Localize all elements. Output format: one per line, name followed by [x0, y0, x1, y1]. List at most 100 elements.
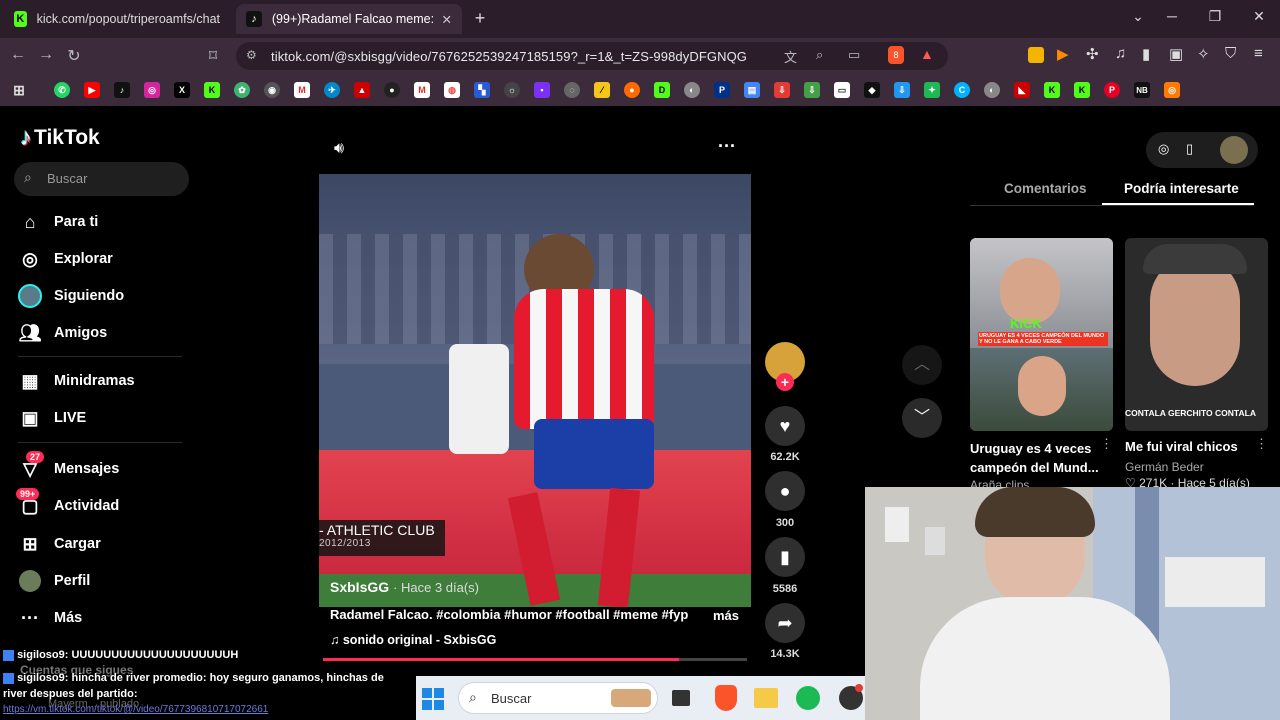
gmail-icon-2[interactable]: M [414, 82, 430, 98]
nav-actividad[interactable]: ▢ 99+ Actividad [16, 488, 119, 518]
bookmark-icon-8[interactable]: ◉ [264, 82, 280, 98]
brave-shield-icon[interactable]: 8 [888, 46, 904, 64]
nav-mas[interactable]: ··· Más [18, 606, 82, 630]
download-icon[interactable]: ⇩ [774, 82, 790, 98]
vpn-icon[interactable]: ⛉ [1225, 45, 1236, 62]
docs-icon[interactable]: ▤ [744, 82, 760, 98]
bookmark-icon-14[interactable]: ◍ [444, 82, 460, 98]
leo-ai-icon[interactable]: ✧ [1197, 45, 1210, 63]
maximize-icon[interactable]: ❐ [1203, 8, 1227, 25]
whatsapp-icon[interactable]: ✆ [54, 82, 70, 98]
paypal-icon[interactable]: P [714, 82, 730, 98]
pinterest-icon[interactable]: P [1104, 82, 1120, 98]
task-view-icon[interactable] [672, 690, 690, 706]
globe-icon[interactable]: ◐ [684, 82, 700, 98]
nav-para-ti[interactable]: ⌂ Para ti [18, 210, 99, 234]
recommended-video-card[interactable]: KICK URUGUAY ES 4 VECES CAMPEÓN DEL MUND… [970, 238, 1113, 431]
progress-bar[interactable] [323, 658, 747, 661]
sidebar-icon[interactable]: ▮ [1142, 45, 1150, 63]
tab-search-icon[interactable]: ⌄ [1126, 8, 1150, 25]
zoom-icon[interactable]: ⌕ [816, 47, 823, 63]
nav-minidramas[interactable]: ▦ Minidramas [18, 369, 134, 393]
save-button[interactable]: ▮ [765, 537, 805, 577]
nav-perfil[interactable]: Perfil [18, 569, 90, 593]
comment-button[interactable]: ● [765, 471, 805, 511]
video-player[interactable]: - ATHLETIC CLUB 2012/2013 [319, 174, 751, 607]
bookmark-icon-31[interactable]: C [954, 82, 970, 98]
like-button[interactable]: ♥ [765, 406, 805, 446]
cast-icon[interactable]: ▭ [848, 47, 860, 63]
nav-explorar[interactable]: ◎ Explorar [18, 247, 113, 271]
bookmark-icon-37[interactable]: NB [1134, 82, 1150, 98]
close-window-icon[interactable]: ✕ [1247, 8, 1271, 25]
reload-icon[interactable]: ↻ [64, 46, 84, 66]
youtube-icon[interactable]: ▶ [84, 82, 100, 98]
menu-icon[interactable]: ≡ [1254, 45, 1263, 62]
gmail-icon[interactable]: M [294, 82, 310, 98]
url-bar[interactable]: ⚙ tiktok.com/@sxbisgg/video/767625253924… [236, 42, 948, 70]
extensions-icon[interactable]: ✣ [1086, 45, 1099, 63]
bookmark-icon-21[interactable]: D [654, 82, 670, 98]
file-explorer-icon[interactable] [754, 688, 778, 708]
nav-cargar[interactable]: ⊞ Cargar [18, 532, 100, 556]
nav-live[interactable]: ▣ LIVE [18, 406, 86, 430]
card-more-icon[interactable]: ⋮ [1255, 436, 1268, 452]
kick-bookmark-icon[interactable]: K [204, 82, 220, 98]
recommended-video-card[interactable]: CONTALA GERCHITO CONTALA [1125, 238, 1268, 431]
bookmark-icon-7[interactable]: ✿ [234, 82, 250, 98]
bookmark-icon-29[interactable]: ⇩ [894, 82, 910, 98]
taskbar-search[interactable]: ⌕ Buscar [458, 682, 658, 714]
volume-icon[interactable]: 🔊︎ [334, 140, 344, 158]
tab-podria-interesarte[interactable]: Podría interesarte [1124, 181, 1239, 196]
kick-bookmark-icon-2[interactable]: K [1044, 82, 1060, 98]
github-icon[interactable]: ● [384, 82, 400, 98]
tab-kick-chat[interactable]: K kick.com/popout/triperoamfs/chat [4, 4, 230, 34]
card-more-icon[interactable]: ⋮ [1100, 436, 1113, 452]
new-tab-button[interactable]: + [468, 8, 492, 29]
share-button[interactable]: ➦ [765, 603, 805, 643]
telegram-icon[interactable]: ✈ [324, 82, 340, 98]
video-sound[interactable]: ♫ sonido original - SxbisGG [330, 633, 496, 647]
previous-video-button[interactable]: ︿ [902, 345, 942, 385]
author-name[interactable]: SxbIsGG [330, 579, 389, 595]
site-info-icon[interactable]: ⚙ [246, 48, 257, 62]
bookmark-icon-11[interactable]: ▲ [354, 82, 370, 98]
card-author[interactable]: Germán Beder [1125, 460, 1204, 474]
wallet-icon[interactable]: ▣ [1169, 45, 1183, 63]
video-author[interactable]: SxbIsGG · Hace 3 día(s) [330, 579, 479, 595]
apps-icon[interactable]: ⊞ [11, 82, 27, 98]
back-icon[interactable]: ← [8, 46, 28, 64]
bookmark-icon-30[interactable]: ✦ [924, 82, 940, 98]
user-avatar[interactable] [1220, 136, 1248, 164]
card-title[interactable]: Me fui viral chicos [1125, 439, 1238, 454]
bookmark-icon-18[interactable]: ◌ [564, 82, 580, 98]
bookmark-icon-33[interactable]: ◣ [1014, 82, 1030, 98]
explore-icon[interactable]: ◎ [1158, 141, 1169, 157]
bookmark-icon-17[interactable]: ▪ [534, 82, 550, 98]
bookmark-icon[interactable]: ⌑ [203, 46, 223, 66]
follow-plus-icon[interactable]: + [776, 373, 794, 391]
bookmark-icon-19[interactable]: ⁄ [594, 82, 610, 98]
bookmark-icon-15[interactable]: ▚ [474, 82, 490, 98]
card-title[interactable]: Uruguay es 4 veces campeón del Mund... [970, 439, 1100, 477]
bookmark-icon-28[interactable]: ◆ [864, 82, 880, 98]
start-icon[interactable] [422, 688, 444, 710]
bookmark-icon-16[interactable]: ☼ [504, 82, 520, 98]
nav-amigos[interactable]: 👥︎ Amigos [18, 321, 108, 345]
spotify-icon[interactable] [796, 686, 820, 710]
tab-comentarios[interactable]: Comentarios [1004, 181, 1087, 196]
caption-more-link[interactable]: más [713, 608, 739, 623]
search-input[interactable]: ⌕ Buscar [14, 162, 189, 196]
translate-icon[interactable]: 文 [784, 47, 797, 66]
download-icon-2[interactable]: ⇩ [804, 82, 820, 98]
next-video-button[interactable]: ﹀ [902, 398, 942, 438]
tab-tiktok-video[interactable]: ♪ (99+)Radamel Falcao meme: fun ✕ [236, 4, 462, 34]
media-icon[interactable]: ♫ [1115, 45, 1126, 62]
brave-taskbar-icon[interactable] [715, 685, 737, 711]
forward-icon[interactable]: → [36, 46, 56, 64]
play-extension-icon[interactable]: ▶ [1057, 45, 1069, 63]
tiktok-bookmark-icon[interactable]: ♪ [114, 82, 130, 98]
nav-siguiendo[interactable]: Siguiendo [18, 284, 124, 308]
tiktok-logo[interactable]: ♪ TikTok [20, 124, 100, 152]
bookmark-icon-27[interactable]: ▭ [834, 82, 850, 98]
